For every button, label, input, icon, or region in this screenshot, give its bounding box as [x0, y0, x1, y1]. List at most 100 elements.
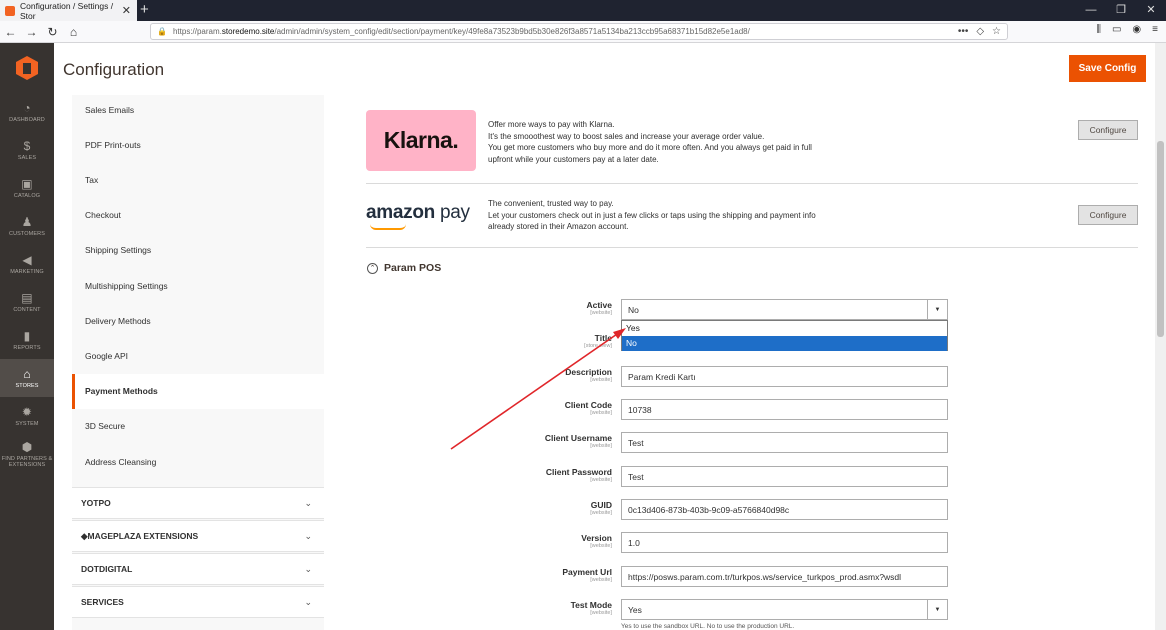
- menu-icon[interactable]: ≡: [1152, 24, 1158, 35]
- pocket-icon[interactable]: ◇: [976, 26, 984, 37]
- amazon-configure-button[interactable]: Configure: [1078, 205, 1138, 225]
- page-actions-icon[interactable]: •••: [958, 26, 969, 37]
- config-section[interactable]: DOTDIGITAL ⌄: [72, 553, 324, 585]
- admin-nav-sales[interactable]: $ SALES: [0, 131, 54, 169]
- field-label-text: Test Mode: [570, 600, 612, 610]
- url-bar[interactable]: 🔒 https://param. storedemo.site/admin/adm…: [150, 23, 1008, 40]
- config-tab-item[interactable]: Tax: [72, 162, 324, 197]
- config-tabs: Sales Emails PDF Print-outs Tax Checkout Shi…: [72, 95, 324, 630]
- dropdown-arrow-icon[interactable]: ▼: [927, 600, 947, 619]
- forward-icon[interactable]: →: [21, 25, 42, 39]
- admin-nav-catalog[interactable]: ▣ CATALOG: [0, 169, 54, 207]
- account-icon[interactable]: ◉: [1132, 24, 1141, 35]
- url-host: storedemo.site: [221, 27, 275, 36]
- admin-nav-system[interactable]: ✹ SYSTEM: [0, 397, 54, 435]
- test-mode-select[interactable]: Yes ▼: [621, 599, 948, 620]
- admin-nav-customers[interactable]: ♟ CUSTOMERS: [0, 207, 54, 245]
- description-input[interactable]: Param Kredi Kartı: [621, 366, 948, 387]
- content-icon: ▤: [21, 290, 33, 305]
- page-header: Configuration Save Config: [54, 43, 1155, 95]
- active-option-yes[interactable]: Yes: [622, 321, 947, 336]
- field-label-text: Client Username: [544, 433, 612, 443]
- dropdown-arrow-icon[interactable]: ▼: [927, 300, 947, 319]
- config-tab-item[interactable]: Payment Methods: [72, 373, 324, 409]
- magento-favicon-icon: [5, 5, 15, 16]
- description-line: Offer more ways to pay with Klarna.: [488, 120, 615, 129]
- config-section-label: DOTDIGITAL: [81, 564, 133, 574]
- sidebar-icon[interactable]: ▭: [1112, 24, 1121, 35]
- client-username-input[interactable]: Test: [621, 432, 948, 453]
- config-tab-item[interactable]: Google API: [72, 338, 324, 373]
- home-icon[interactable]: ⌂: [63, 25, 84, 39]
- client-code-input[interactable]: 10738: [621, 399, 948, 420]
- save-config-button[interactable]: Save Config: [1069, 55, 1146, 82]
- tab-close-icon[interactable]: ✕: [122, 4, 131, 17]
- title-label: Title [store view]: [584, 333, 612, 350]
- payment-url-input[interactable]: https://posws.param.com.tr/turkpos.ws/se…: [621, 566, 948, 587]
- config-section[interactable]: YOTPO ⌄: [72, 487, 324, 519]
- klarna-row: Klarna. Offer more ways to pay with Klar…: [366, 95, 1138, 184]
- bar-chart-icon: ▮: [23, 328, 31, 343]
- magento-logo[interactable]: [0, 43, 54, 93]
- field-value: 10738: [628, 404, 652, 415]
- page-scrollbar[interactable]: [1155, 43, 1166, 630]
- config-tab-item[interactable]: Multishipping Settings: [72, 268, 324, 303]
- chevron-down-icon: ⌄: [304, 497, 312, 508]
- test-mode-label: Test Mode [website]: [571, 600, 612, 617]
- field-scope: [website]: [590, 477, 612, 483]
- config-tab-item[interactable]: Shipping Settings: [72, 233, 324, 268]
- admin-nav-content[interactable]: ▤ CONTENT: [0, 283, 54, 321]
- config-tab-item[interactable]: Checkout: [72, 198, 324, 233]
- param-pos-header[interactable]: ⌃ Param POS: [367, 262, 441, 274]
- config-section[interactable]: SERVICES ⌄: [72, 586, 324, 618]
- klarna-configure-button[interactable]: Configure: [1078, 120, 1138, 140]
- admin-nav-marketing[interactable]: ◀ MARKETING: [0, 245, 54, 283]
- browser-navbar: ← → ↻ ⌂ 🔒 https://param. storedemo.site/a…: [0, 21, 1166, 43]
- minimize-icon[interactable]: —: [1076, 0, 1106, 21]
- guid-input[interactable]: 0c13d406-873b-403b-9c09-a5766840d98c: [621, 499, 948, 520]
- page-title: Configuration: [63, 60, 165, 79]
- active-select[interactable]: No ▼: [621, 299, 948, 320]
- admin-nav-label: CATALOG: [13, 192, 41, 199]
- config-tab-item[interactable]: PDF Print-outs: [72, 127, 324, 162]
- field-value: Test: [628, 471, 644, 482]
- config-tab-item[interactable]: Sales Emails: [72, 92, 324, 127]
- scrollbar-thumb[interactable]: [1157, 141, 1164, 337]
- field-scope: [website]: [590, 543, 612, 549]
- restore-icon[interactable]: ❐: [1106, 0, 1136, 21]
- box-icon: ▣: [21, 176, 33, 191]
- library-icon[interactable]: ⫼: [1096, 24, 1101, 35]
- browser-titlebar: Configuration / Settings / Stor ✕ + — ❐ …: [0, 0, 1166, 21]
- toolbar-right: ⫼ ▭ ◉ ≡: [1096, 24, 1158, 35]
- admin-nav-label: SYSTEM: [15, 420, 39, 427]
- field-label-text: Client Password: [545, 467, 612, 477]
- guid-label: GUID [website]: [590, 500, 612, 517]
- config-tab-item[interactable]: Delivery Methods: [72, 303, 324, 338]
- version-input[interactable]: 1.0: [621, 532, 948, 553]
- description-line: upfront while your customers pay at a la…: [488, 154, 659, 164]
- admin-nav-dashboard[interactable]: ◔ DASHBOARD: [0, 93, 54, 131]
- dollar-icon: $: [23, 138, 31, 153]
- version-label: Version [website]: [581, 533, 612, 550]
- active-option-no[interactable]: No: [622, 336, 947, 351]
- admin-nav-reports[interactable]: ▮ REPORTS: [0, 321, 54, 359]
- amazon-logo-pay: pay: [439, 202, 470, 223]
- back-icon[interactable]: ←: [0, 25, 21, 39]
- client-password-input[interactable]: Test: [621, 466, 948, 487]
- admin-nav-stores[interactable]: ⌂ STORES: [0, 359, 54, 397]
- admin-nav-find[interactable]: ⬢ FIND PARTNERS & EXTENSIONS: [0, 435, 54, 473]
- browser-tab[interactable]: Configuration / Settings / Stor ✕: [0, 0, 137, 21]
- new-tab-button[interactable]: +: [140, 1, 149, 19]
- close-window-icon[interactable]: ✕: [1136, 0, 1166, 21]
- config-section[interactable]: ◆ MAGEPLAZA EXTENSIONS ⌄: [72, 520, 324, 552]
- config-tab-item[interactable]: 3D Secure: [72, 409, 324, 444]
- field-scope: [website]: [590, 577, 612, 583]
- amazon-smile-icon: [370, 224, 406, 230]
- gear-icon: ✹: [21, 404, 33, 419]
- bookmark-star-icon[interactable]: ☆: [992, 26, 1001, 37]
- field-scope: [website]: [590, 410, 612, 416]
- amazon-logo-text: amazon: [366, 202, 435, 223]
- config-tab-item[interactable]: Address Cleansing: [72, 444, 324, 479]
- reload-icon[interactable]: ↻: [42, 25, 63, 39]
- field-label-text: Client Code: [564, 400, 612, 410]
